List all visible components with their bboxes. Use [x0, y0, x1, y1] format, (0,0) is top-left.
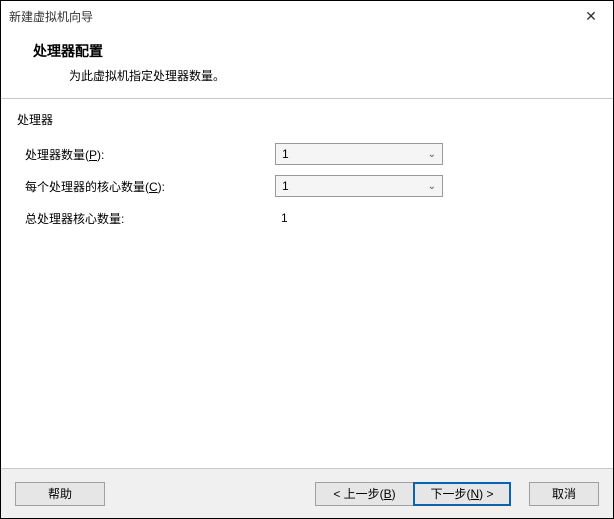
row-cores-per-processor: 每个处理器的核心数量(C): 1 ⌄: [17, 170, 597, 202]
next-button[interactable]: 下一步(N) >: [413, 482, 511, 506]
select-processor-count-value: 1: [282, 147, 428, 161]
value-total-cores: 1: [275, 211, 288, 225]
chevron-down-icon: ⌄: [428, 181, 436, 192]
wizard-footer: 帮助 < 上一步(B) 下一步(N) > 取消: [1, 468, 613, 518]
help-button[interactable]: 帮助: [15, 482, 105, 506]
label-total-cores: 总处理器核心数量:: [25, 210, 275, 227]
row-total-cores: 总处理器核心数量: 1: [17, 202, 597, 234]
wizard-header: 处理器配置 为此虚拟机指定处理器数量。: [1, 31, 613, 98]
label-cores-per-processor: 每个处理器的核心数量(C):: [25, 178, 275, 195]
select-cores-per-processor[interactable]: 1 ⌄: [275, 175, 443, 197]
content-area: 处理器 处理器数量(P): 1 ⌄ 每个处理器的核心数量(C): 1 ⌄ 总处理…: [1, 99, 613, 468]
back-button[interactable]: < 上一步(B): [315, 482, 413, 506]
nav-button-group: < 上一步(B) 下一步(N) >: [315, 482, 511, 506]
wizard-window: 新建虚拟机向导 ✕ 处理器配置 为此虚拟机指定处理器数量。 处理器 处理器数量(…: [0, 0, 614, 519]
window-title: 新建虚拟机向导: [9, 8, 577, 25]
cancel-button[interactable]: 取消: [529, 482, 599, 506]
group-label-processors: 处理器: [17, 111, 597, 128]
page-subtitle: 为此虚拟机指定处理器数量。: [69, 67, 613, 84]
close-icon[interactable]: ✕: [577, 8, 605, 25]
titlebar: 新建虚拟机向导 ✕: [1, 1, 613, 31]
select-cores-value: 1: [282, 179, 428, 193]
page-title: 处理器配置: [33, 41, 613, 61]
select-processor-count[interactable]: 1 ⌄: [275, 143, 443, 165]
chevron-down-icon: ⌄: [428, 149, 436, 160]
label-processor-count: 处理器数量(P):: [25, 146, 275, 163]
row-processor-count: 处理器数量(P): 1 ⌄: [17, 138, 597, 170]
